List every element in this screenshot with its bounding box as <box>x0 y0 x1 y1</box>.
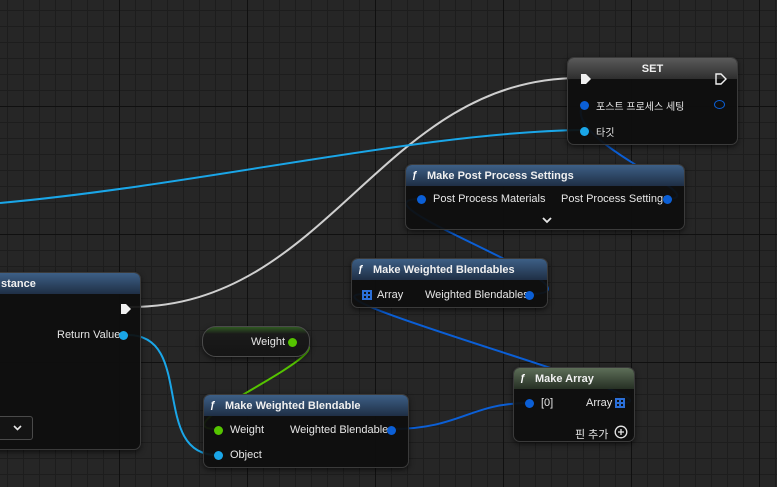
function-icon: ƒ <box>520 373 526 384</box>
make-array-node[interactable]: ƒ Make Array [0] Array 핀 추가 <box>513 367 635 442</box>
wb-to-array-wire <box>391 402 530 430</box>
add-pin-label[interactable]: 핀 추가 <box>575 426 608 442</box>
target-in-pin[interactable] <box>580 127 589 136</box>
return-value-label: Return Value <box>57 329 121 341</box>
set-node-title: SET <box>641 62 664 75</box>
array-out-pin[interactable] <box>615 398 625 408</box>
class-dropdown[interactable] <box>0 416 33 440</box>
function-icon: ƒ <box>358 264 364 275</box>
weight-variable-label: Weight <box>251 336 286 348</box>
weighted-blendables-out-label: Weighted Blendables <box>425 289 529 301</box>
weight-in-label: Weight <box>230 424 265 436</box>
function-icon: ƒ <box>210 400 216 411</box>
add-pin-plus-icon[interactable] <box>614 425 628 439</box>
weight-out-pin[interactable] <box>288 338 297 347</box>
settings-in-pin[interactable] <box>580 101 589 110</box>
blueprint-graph-canvas[interactable]: SET 포스트 프로세스 세팅 타깃 ƒ Make Post Process Se… <box>0 0 777 487</box>
make-wb-title: Make Weighted Blendable <box>225 399 361 412</box>
pp-materials-in-pin[interactable] <box>417 195 426 204</box>
function-icon: ƒ <box>412 170 418 181</box>
make-wb-array-title: Make Weighted Blendables <box>373 263 515 276</box>
weight-variable-node[interactable]: Weight <box>202 326 310 357</box>
make-wb-header: ƒ Make Weighted Blendable <box>204 395 408 416</box>
array-element-label: [0] <box>541 397 554 409</box>
object-in-label: Object <box>230 449 262 461</box>
exec-in-pin[interactable] <box>580 73 592 85</box>
create-instance-title: stance <box>1 277 36 290</box>
make-pps-title: Make Post Process Settings <box>427 169 574 182</box>
expand-chevron-icon[interactable] <box>542 217 552 225</box>
array-in-label: Array <box>377 289 404 301</box>
set-node[interactable]: SET 포스트 프로세스 세팅 타깃 <box>567 57 738 145</box>
weight-in-pin[interactable] <box>214 426 223 435</box>
chevron-down-icon <box>13 425 22 431</box>
pp-settings-out-pin[interactable] <box>663 195 672 204</box>
make-array-header: ƒ Make Array <box>514 368 634 389</box>
object-in-pin[interactable] <box>214 451 223 460</box>
weighted-blendables-out-pin[interactable] <box>525 291 534 300</box>
weighted-blendable-out-pin[interactable] <box>387 426 396 435</box>
return-value-out-pin[interactable] <box>119 331 128 340</box>
exec-out-pin[interactable] <box>715 73 727 85</box>
create-instance-header: stance <box>0 273 140 294</box>
array-element-in-pin[interactable] <box>525 399 534 408</box>
array-out-label: Array <box>586 397 613 409</box>
make-weighted-blendable-node[interactable]: ƒ Make Weighted Blendable Weight Weighted… <box>203 394 409 468</box>
exec-out-pin[interactable] <box>120 303 132 315</box>
make-weighted-blendables-node[interactable]: ƒ Make Weighted Blendables Array Weighted… <box>351 258 548 308</box>
make-post-process-settings-node[interactable]: ƒ Make Post Process Settings Post Process… <box>405 164 685 230</box>
pp-settings-label: Post Process Settings <box>561 193 669 205</box>
make-wb-array-header: ƒ Make Weighted Blendables <box>352 259 547 280</box>
make-array-title: Make Array <box>535 372 594 385</box>
array-pin-icon[interactable] <box>362 290 372 300</box>
make-pps-header: ƒ Make Post Process Settings <box>406 165 684 186</box>
target-pin-label: 타깃 <box>596 128 615 139</box>
settings-out-pin[interactable] <box>714 100 725 109</box>
pp-materials-label: Post Process Materials <box>433 193 546 205</box>
set-node-header: SET <box>568 58 737 79</box>
create-instance-node[interactable]: stance Return Value <box>0 272 141 450</box>
weighted-blendable-out-label: Weighted Blendable <box>290 424 389 436</box>
settings-pin-label: 포스트 프로세스 세팅 <box>596 102 685 113</box>
